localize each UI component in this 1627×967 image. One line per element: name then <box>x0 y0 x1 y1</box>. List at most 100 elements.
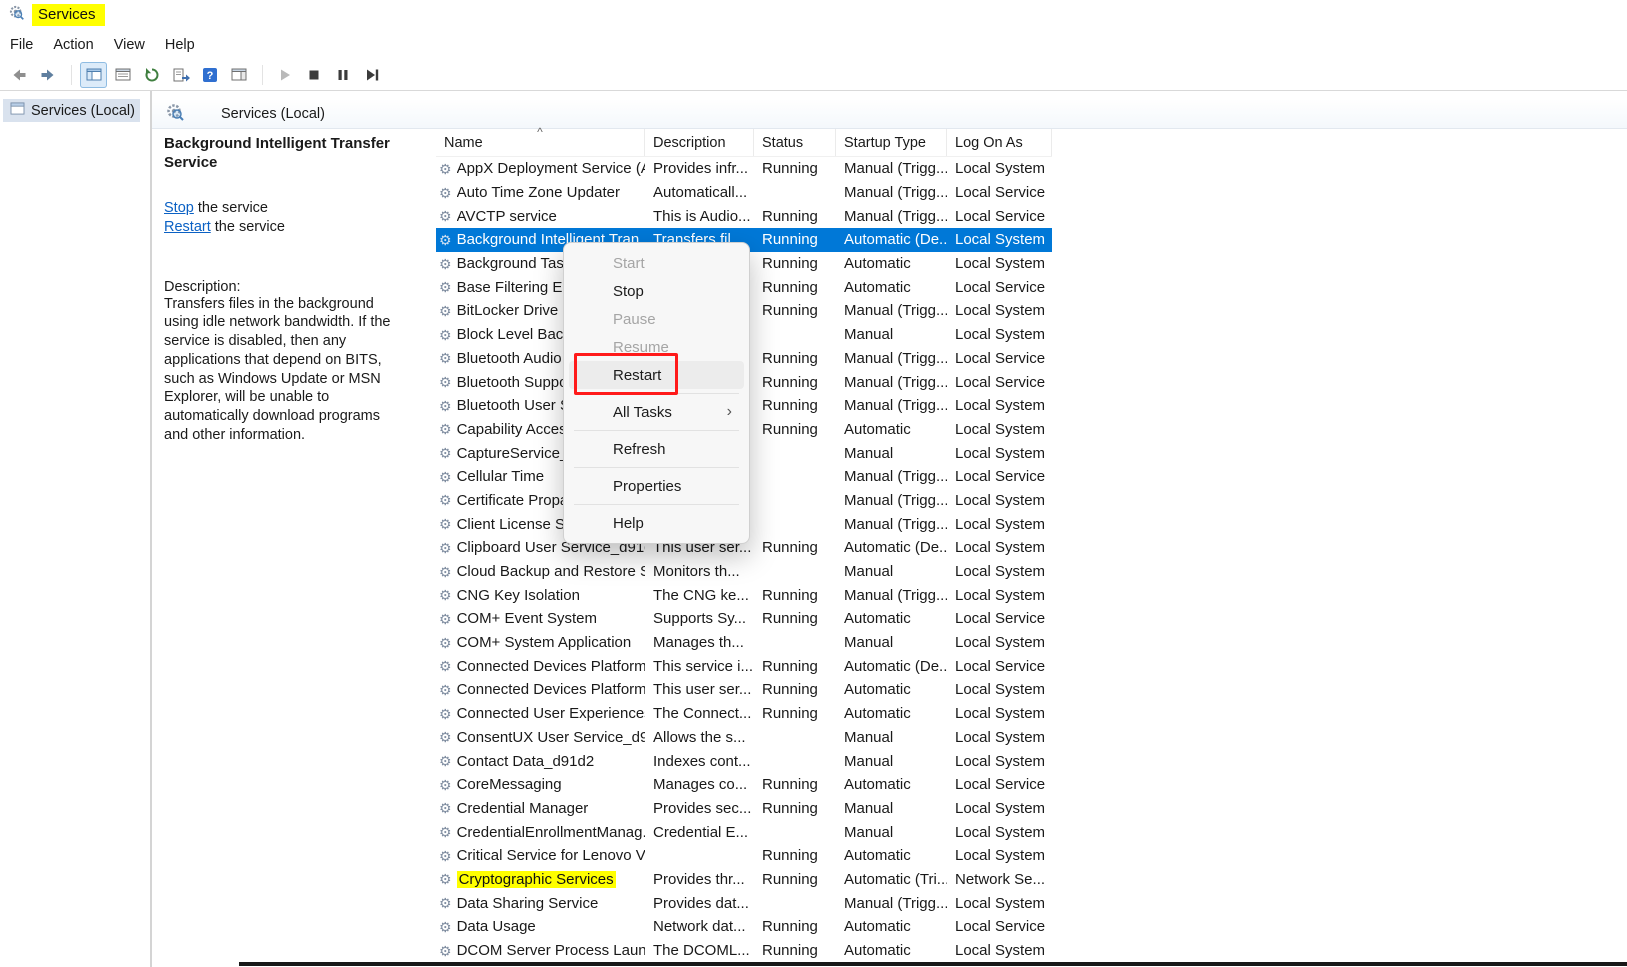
service-gear-icon: ⚙ <box>439 493 452 507</box>
cell-log-on-as: Local Service <box>947 374 1052 391</box>
cell-startup-type: Automatic (De... <box>836 231 947 248</box>
panel-header: Services (Local) <box>152 99 1627 129</box>
service-gear-icon: ⚙ <box>439 162 452 176</box>
menu-action[interactable]: Action <box>43 33 103 57</box>
cell-status: Running <box>754 160 836 177</box>
cell-startup-type: Automatic <box>836 705 947 722</box>
service-gear-icon: ⚙ <box>439 896 452 910</box>
cell-startup-type: Manual (Trigg... <box>836 184 947 201</box>
cell-startup-type: Manual <box>836 800 947 817</box>
cell-startup-type: Automatic (De... <box>836 539 947 556</box>
cell-startup-type: Manual (Trigg... <box>836 895 947 912</box>
table-row[interactable]: ⚙ Data Sharing Service Provides dat... M… <box>436 891 1052 915</box>
table-row[interactable]: ⚙ ConsentUX User Service_d91... Allows t… <box>436 726 1052 750</box>
cell-log-on-as: Local Service <box>947 279 1052 296</box>
table-row[interactable]: ⚙ DCOM Server Process Launc... The DCOML… <box>436 939 1052 963</box>
table-row[interactable]: ⚙ CredentialEnrollmentManag... Credentia… <box>436 820 1052 844</box>
service-name: Connected User Experiences ... <box>457 705 645 722</box>
service-name: Bluetooth Suppor <box>457 374 573 391</box>
service-name: Data Usage <box>457 918 536 935</box>
title-bar: Services <box>0 0 1627 30</box>
table-row[interactable]: ⚙ Connected Devices Platform ... This us… <box>436 678 1052 702</box>
show-action-pane-button[interactable] <box>225 62 252 88</box>
cell-startup-type: Manual (Trigg... <box>836 492 947 509</box>
stop-service-button[interactable] <box>300 62 327 88</box>
help-button[interactable]: ? <box>196 62 223 88</box>
context-menu-item-properties[interactable]: Properties <box>569 472 744 500</box>
pause-service-icon <box>334 66 352 84</box>
stop-service-link[interactable]: Stop <box>164 200 194 216</box>
show-action-pane-icon <box>230 66 248 84</box>
cell-status: Running <box>754 942 836 959</box>
restart-service-link[interactable]: Restart <box>164 219 211 235</box>
column-header-name[interactable]: Name ^ <box>436 129 645 156</box>
service-name: Critical Service for Lenovo Va... <box>457 847 645 864</box>
cell-startup-type: Manual (Trigg... <box>836 397 947 414</box>
service-gear-icon: ⚙ <box>439 778 452 792</box>
pause-service-button[interactable] <box>329 62 356 88</box>
table-row[interactable]: ⚙ Cloud Backup and Restore S... Monitors… <box>436 560 1052 584</box>
extended-info-pane: Background Intelligent Transfer Service … <box>152 129 436 967</box>
cell-log-on-as: Local Service <box>947 776 1052 793</box>
cell-description: Monitors th... <box>645 563 754 580</box>
table-row[interactable]: ⚙ AppX Deployment Service (A... Provides… <box>436 157 1052 181</box>
column-header-startup-type[interactable]: Startup Type <box>836 129 947 156</box>
table-row[interactable]: ⚙ Data Usage Network dat... Running Auto… <box>436 915 1052 939</box>
cell-name: ⚙ AVCTP service <box>436 208 645 225</box>
menu-file[interactable]: File <box>0 33 43 57</box>
service-name: Data Sharing Service <box>457 895 599 912</box>
column-header-status[interactable]: Status <box>754 129 836 156</box>
menu-help[interactable]: Help <box>155 33 205 57</box>
cell-status: Running <box>754 374 836 391</box>
table-row[interactable]: ⚙ AVCTP service This is Audio... Running… <box>436 204 1052 228</box>
table-row[interactable]: ⚙ COM+ System Application Manages th... … <box>436 631 1052 655</box>
cell-name: ⚙ Cryptographic Services <box>436 871 645 888</box>
cell-log-on-as: Local System <box>947 895 1052 912</box>
cell-log-on-as: Local System <box>947 729 1052 746</box>
cell-name: ⚙ Credential Manager <box>436 800 645 817</box>
properties-button[interactable] <box>109 62 136 88</box>
cell-name: ⚙ Connected Devices Platform ... <box>436 681 645 698</box>
table-row[interactable]: ⚙ Auto Time Zone Updater Automaticall...… <box>436 181 1052 205</box>
service-name: Connected Devices Platform ... <box>457 658 645 675</box>
table-row[interactable]: ⚙ CNG Key Isolation The CNG ke... Runnin… <box>436 583 1052 607</box>
back-button[interactable] <box>5 62 32 88</box>
table-row[interactable]: ⚙ Connected User Experiences ... The Con… <box>436 702 1052 726</box>
context-menu-item-refresh[interactable]: Refresh <box>569 435 744 463</box>
table-row[interactable]: ⚙ COM+ Event System Supports Sy... Runni… <box>436 607 1052 631</box>
start-service-button[interactable] <box>271 62 298 88</box>
table-row[interactable]: ⚙ CoreMessaging Manages co... Running Au… <box>436 773 1052 797</box>
tree-item-label: Services (Local) <box>31 103 135 119</box>
column-header-status-label: Status <box>762 135 803 151</box>
context-menu-item-stop[interactable]: Stop <box>569 277 744 305</box>
service-gear-icon: ⚙ <box>439 872 452 886</box>
context-menu-item-help[interactable]: Help <box>569 509 744 537</box>
service-gear-icon: ⚙ <box>439 920 452 934</box>
table-row[interactable]: ⚙ Connected Devices Platform ... This se… <box>436 654 1052 678</box>
restart-service-button[interactable] <box>358 62 385 88</box>
table-row[interactable]: ⚙ Credential Manager Provides sec... Run… <box>436 797 1052 821</box>
table-row[interactable]: ⚙ Contact Data_d91d2 Indexes cont... Man… <box>436 749 1052 773</box>
cell-description: Allows the s... <box>645 729 754 746</box>
menu-view[interactable]: View <box>104 33 155 57</box>
column-header-log-on-as[interactable]: Log On As <box>947 129 1052 156</box>
cell-status: Running <box>754 918 836 935</box>
table-row[interactable]: ⚙ Cryptographic Services Provides thr...… <box>436 868 1052 892</box>
refresh-button[interactable] <box>138 62 165 88</box>
service-name: Base Filtering Eng <box>457 279 580 296</box>
service-name: CoreMessaging <box>457 776 562 793</box>
toolbar-separator <box>71 65 72 85</box>
tree-item-services-local[interactable]: Services (Local) <box>3 99 140 122</box>
menu-item-label: Pause <box>613 311 656 328</box>
column-header-description[interactable]: Description <box>645 129 754 156</box>
export-list-button[interactable] <box>167 62 194 88</box>
context-menu-item-all-tasks[interactable]: All Tasks › <box>569 398 744 426</box>
cell-name: ⚙ DCOM Server Process Launc... <box>436 942 645 959</box>
forward-button[interactable] <box>34 62 61 88</box>
toolbar: ? <box>0 59 1627 91</box>
cell-description: Credential E... <box>645 824 754 841</box>
menu-item-label: Stop <box>613 283 644 300</box>
table-row[interactable]: ⚙ Critical Service for Lenovo Va... Runn… <box>436 844 1052 868</box>
cell-log-on-as: Local System <box>947 563 1052 580</box>
show-console-tree-button[interactable] <box>80 62 107 88</box>
